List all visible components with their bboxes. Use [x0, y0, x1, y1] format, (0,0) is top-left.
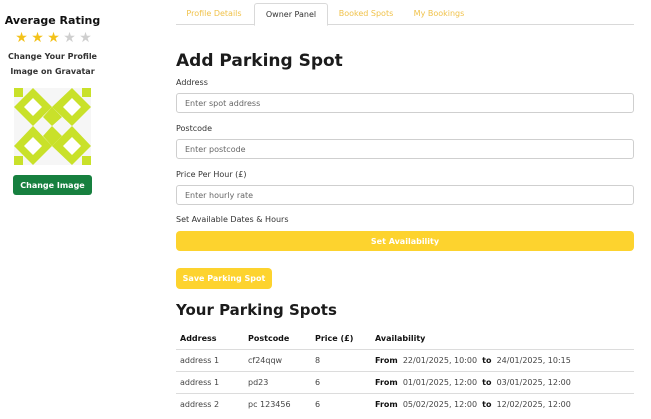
to-word: to	[482, 355, 492, 365]
availability-label: Set Available Dates & Hours	[176, 215, 289, 224]
gravatar-hint-line2: Image on Gravatar	[10, 67, 95, 76]
price-label: Price Per Hour (£)	[176, 170, 247, 179]
cell-postcode: cf24qqw	[244, 348, 311, 371]
cell-address: address 1	[176, 370, 244, 393]
table-header-row: Address Postcode Price (£) Availability	[176, 328, 634, 349]
tab-my-bookings[interactable]: My Bookings	[404, 3, 474, 25]
cell-availability: From 01/01/2025, 12:00 to 03/01/2025, 12…	[371, 370, 634, 393]
postcode-label: Postcode	[176, 124, 213, 133]
star-empty-icon: ★	[79, 30, 92, 46]
profile-sidebar: Average Rating ★ ★ ★ ★ ★ Change Your Pro…	[0, 0, 105, 419]
cell-availability: From 05/02/2025, 12:00 to 12/02/2025, 12…	[371, 392, 634, 415]
postcode-input[interactable]	[176, 139, 634, 159]
from-datetime: 01/01/2025, 12:00	[402, 377, 478, 387]
tab-owner-panel[interactable]: Owner Panel	[254, 3, 328, 26]
star-filled-icon: ★	[47, 30, 60, 46]
profile-tabs: Profile Details Owner Panel Booked Spots…	[176, 3, 634, 26]
tab-profile-details[interactable]: Profile Details	[176, 3, 252, 25]
cell-address: address 2	[176, 392, 244, 415]
save-parking-spot-button[interactable]: Save Parking Spot	[176, 268, 272, 289]
from-datetime: 22/01/2025, 10:00	[402, 355, 478, 365]
avatar	[14, 88, 91, 165]
cell-price: 8	[311, 348, 371, 371]
cell-price: 6	[311, 392, 371, 415]
from-word: From	[375, 355, 398, 365]
price-input[interactable]	[176, 185, 634, 205]
star-empty-icon: ★	[63, 30, 76, 46]
column-header-address: Address	[180, 333, 217, 343]
tab-booked-spots[interactable]: Booked Spots	[330, 3, 402, 25]
from-datetime: 05/02/2025, 12:00	[402, 399, 478, 409]
average-rating-title: Average Rating	[4, 14, 101, 27]
parking-spots-table: Address Postcode Price (£) Availability …	[176, 328, 634, 415]
address-label: Address	[176, 78, 208, 87]
cell-address: address 1	[176, 348, 244, 371]
cell-availability: From 22/01/2025, 10:00 to 24/01/2025, 10…	[371, 348, 634, 371]
gravatar-hint: Change Your Profile Image on Gravatar	[0, 49, 105, 79]
to-datetime: 03/01/2025, 12:00	[496, 377, 571, 387]
table-row: address 2 pc 123456 6 From 05/02/2025, 1…	[176, 392, 634, 415]
set-availability-button[interactable]: Set Availability	[176, 231, 634, 251]
from-word: From	[375, 399, 398, 409]
change-image-button[interactable]: Change Image	[13, 175, 92, 195]
address-input[interactable]	[176, 93, 634, 113]
cell-postcode: pc 123456	[244, 392, 311, 415]
star-filled-icon: ★	[15, 30, 28, 46]
star-filled-icon: ★	[31, 30, 44, 46]
cell-price: 6	[311, 370, 371, 393]
to-word: to	[482, 377, 492, 387]
column-header-price: Price (£)	[315, 333, 354, 343]
from-word: From	[375, 377, 398, 387]
add-spot-title: Add Parking Spot	[176, 51, 343, 71]
to-datetime: 12/02/2025, 12:00	[496, 399, 571, 409]
column-header-postcode: Postcode	[248, 333, 290, 343]
to-word: to	[482, 399, 492, 409]
gravatar-hint-line1: Change Your Profile	[8, 52, 97, 61]
table-row: address 1 pd23 6 From 01/01/2025, 12:00 …	[176, 370, 634, 393]
column-header-availability: Availability	[375, 333, 426, 343]
to-datetime: 24/01/2025, 10:15	[496, 355, 571, 365]
cell-postcode: pd23	[244, 370, 311, 393]
rating-stars: ★ ★ ★ ★ ★	[14, 31, 93, 45]
your-spots-title: Your Parking Spots	[176, 301, 337, 319]
table-row: address 1 cf24qqw 8 From 22/01/2025, 10:…	[176, 348, 634, 371]
